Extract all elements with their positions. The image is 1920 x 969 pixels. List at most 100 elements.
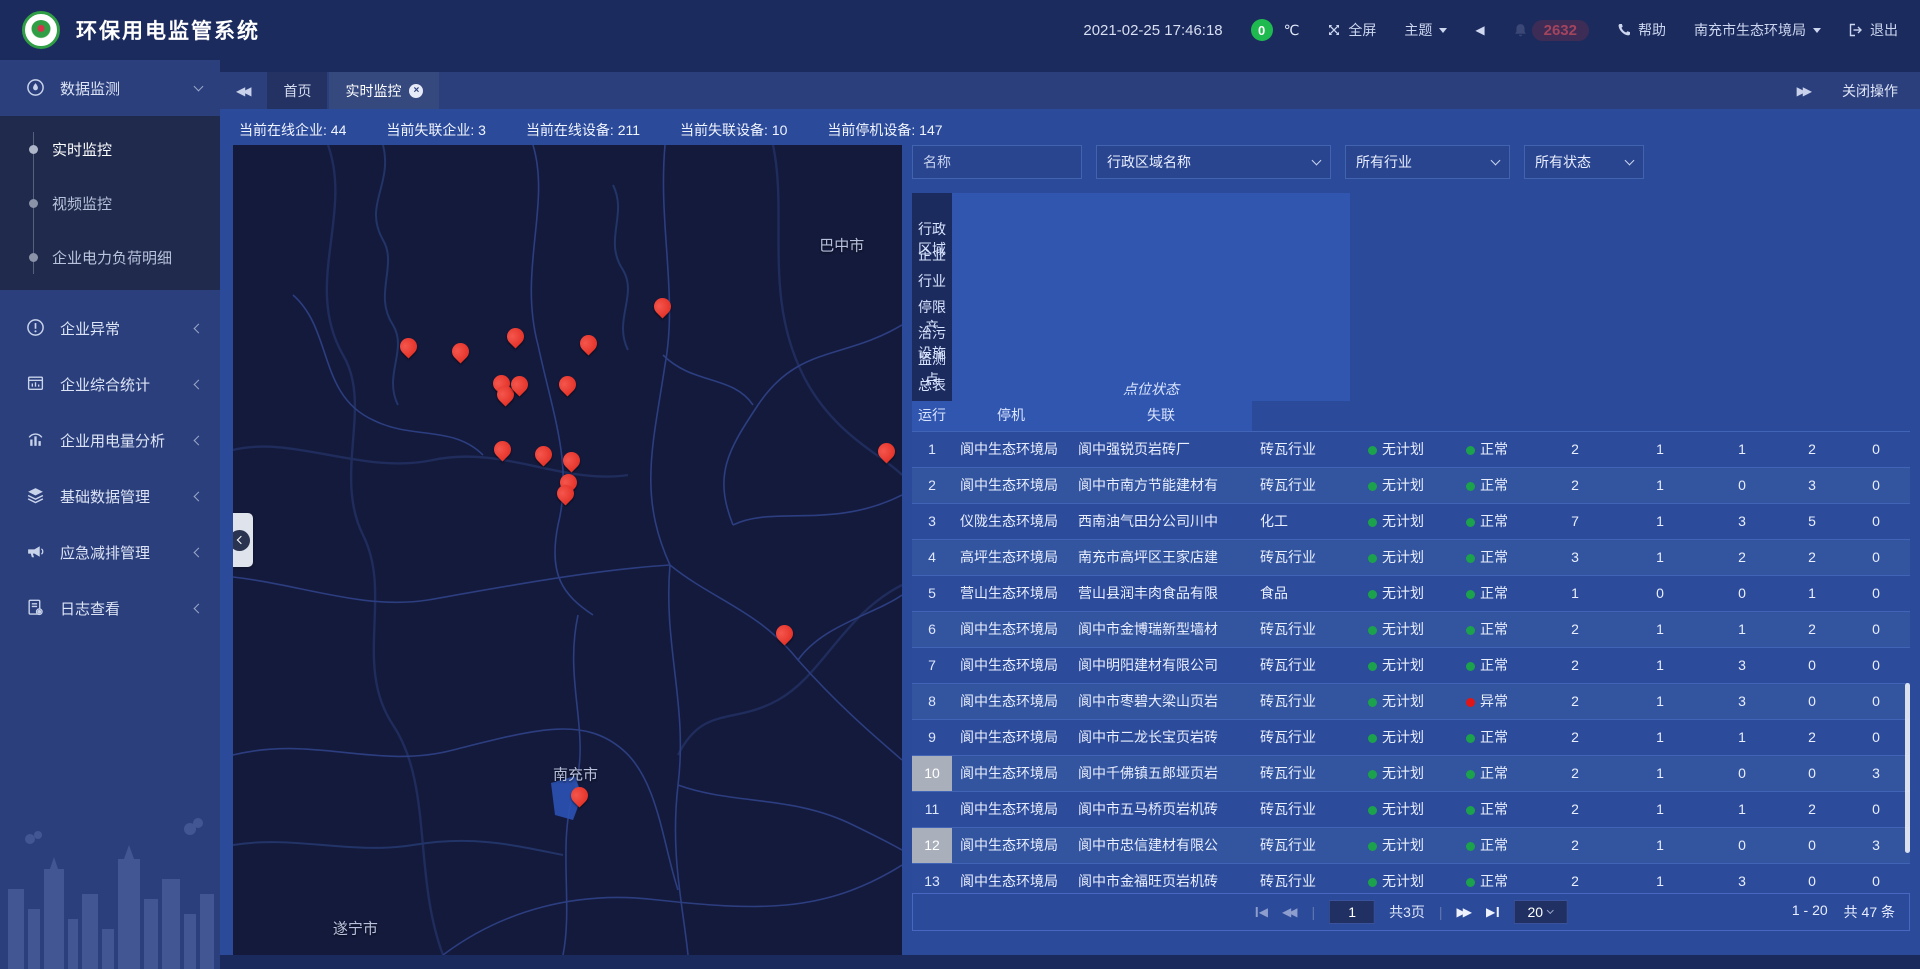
log-icon bbox=[26, 598, 46, 618]
status-dot-icon bbox=[1466, 518, 1475, 527]
sidebar-item-label: 应急减排管理 bbox=[60, 542, 195, 563]
megaphone-icon bbox=[26, 542, 46, 562]
submenu-dot-icon bbox=[29, 199, 38, 208]
col-industry: 行业 bbox=[912, 271, 952, 297]
table-row[interactable]: 7阆中生态环境局阆中明阳建材有限公司砖瓦行业无计划正常21300 bbox=[912, 647, 1910, 683]
org-dropdown[interactable]: 南充市生态环境局 bbox=[1694, 20, 1821, 40]
map-panel[interactable]: 巴中市南充市遂宁市 bbox=[233, 145, 902, 955]
table-row[interactable]: 13阆中生态环境局阆中市金福旺页岩机砖砖瓦行业无计划正常21300 bbox=[912, 863, 1910, 893]
tabs-scroll-left-icon[interactable]: ◀◀ bbox=[220, 72, 267, 109]
region-filter-select[interactable]: 行政区域名称 bbox=[1096, 145, 1331, 179]
chevron-left-icon bbox=[194, 603, 204, 613]
table-row[interactable]: 12阆中生态环境局阆中市忠信建材有限公砖瓦行业无计划正常21003 bbox=[912, 827, 1910, 863]
chart-icon bbox=[26, 430, 46, 450]
sidebar-item-6[interactable]: 日志查看 bbox=[0, 580, 220, 636]
table-row[interactable]: 1阆中生态环境局阆中强锐页岩砖厂砖瓦行业无计划正常21120 bbox=[912, 431, 1910, 467]
table-row[interactable]: 3仪陇生态环境局西南油气田分公司川中化工无计划正常71350 bbox=[912, 503, 1910, 539]
status-filter-select[interactable]: 所有状态 bbox=[1524, 145, 1644, 179]
tabs-scroll-right-icon[interactable]: ▶▶ bbox=[1797, 84, 1812, 98]
sidebar-submenu: 实时监控视频监控企业电力负荷明细 bbox=[0, 116, 220, 290]
speaker-icon[interactable]: ◀ bbox=[1475, 23, 1484, 37]
logout-button[interactable]: 退出 bbox=[1849, 20, 1898, 40]
status-dot-icon bbox=[1368, 662, 1377, 671]
alert-icon bbox=[26, 318, 46, 338]
sidebar-subitem-0-0[interactable]: 实时监控 bbox=[0, 122, 220, 176]
sidebar-item-label: 日志查看 bbox=[60, 598, 195, 619]
sidebar-subitem-0-1[interactable]: 视频监控 bbox=[0, 176, 220, 230]
tab-1[interactable]: 实时监控× bbox=[329, 72, 439, 109]
status-dot-icon bbox=[1466, 554, 1475, 563]
fullscreen-icon bbox=[1327, 23, 1341, 37]
stat-1: 当前失联企业: 3 bbox=[386, 120, 486, 140]
prev-page-button[interactable]: ◀◀ bbox=[1282, 905, 1297, 919]
chevron-down-icon bbox=[194, 82, 204, 92]
table-row[interactable]: 8阆中生态环境局阆中市枣碧大梁山页岩砖瓦行业无计划异常21300 bbox=[912, 683, 1910, 719]
bottom-strip bbox=[220, 955, 1920, 969]
status-dot-icon bbox=[1466, 662, 1475, 671]
last-page-button[interactable]: ▶ bbox=[1486, 905, 1499, 919]
status-dot-icon bbox=[1466, 806, 1475, 815]
page-number-input[interactable] bbox=[1329, 900, 1375, 924]
status-dot-icon bbox=[1466, 482, 1475, 491]
app-logo bbox=[22, 11, 60, 49]
status-dot-icon bbox=[1466, 590, 1475, 599]
sidebar-item-label: 企业异常 bbox=[60, 318, 195, 339]
range-label: 1 - 20 bbox=[1792, 902, 1828, 922]
city-skyline-decoration bbox=[0, 799, 220, 969]
next-page-button[interactable]: ▶▶ bbox=[1457, 905, 1472, 919]
col-group-point-status: 点位状态 bbox=[952, 193, 1350, 401]
chevron-down-icon bbox=[1625, 156, 1635, 166]
table-row[interactable]: 4高坪生态环境局南充市高坪区王家店建砖瓦行业无计划正常31220 bbox=[912, 539, 1910, 575]
total-pages-label: 共3页 bbox=[1389, 902, 1425, 922]
sidebar-item-label: 企业用电量分析 bbox=[60, 430, 195, 451]
stat-2: 当前在线设备: 211 bbox=[526, 120, 640, 140]
tab-close-icon[interactable]: × bbox=[409, 84, 423, 98]
monitor-panel: 行政区域名称 所有行业 所有状态 bbox=[912, 145, 1910, 955]
table-scrollbar[interactable] bbox=[1905, 683, 1910, 853]
data-monitor-icon bbox=[26, 78, 46, 98]
theme-dropdown[interactable]: 主题 bbox=[1404, 20, 1447, 40]
stats-bar: 当前在线企业: 44当前失联企业: 3当前在线设备: 211当前失联设备: 10… bbox=[233, 115, 1910, 145]
chevron-left-icon bbox=[194, 323, 204, 333]
page-size-select[interactable]: 20 bbox=[1513, 900, 1567, 924]
table-row[interactable]: 2阆中生态环境局阆中市南方节能建材有砖瓦行业无计划正常21030 bbox=[912, 467, 1910, 503]
tab-0[interactable]: 首页 bbox=[267, 72, 327, 109]
status-dot-icon bbox=[1368, 770, 1377, 779]
first-page-button[interactable]: ◀ bbox=[1255, 905, 1268, 919]
sidebar-item-3[interactable]: 企业用电量分析 bbox=[0, 412, 220, 468]
phone-icon bbox=[1617, 23, 1631, 37]
sidebar-item-4[interactable]: 基础数据管理 bbox=[0, 468, 220, 524]
table-row[interactable]: 11阆中生态环境局阆中市五马桥页岩机砖砖瓦行业无计划正常21120 bbox=[912, 791, 1910, 827]
sidebar-item-2[interactable]: 企业综合统计 bbox=[0, 356, 220, 412]
status-dot-icon bbox=[1368, 806, 1377, 815]
temperature-badge: 0 bbox=[1251, 19, 1273, 41]
stat-0: 当前在线企业: 44 bbox=[239, 120, 346, 140]
col-limit: 停限产 bbox=[912, 297, 952, 323]
sidebar-item-0[interactable]: 数据监测 bbox=[0, 60, 220, 116]
industry-filter-select[interactable]: 所有行业 bbox=[1345, 145, 1510, 179]
name-filter-input[interactable] bbox=[912, 145, 1082, 179]
help-button[interactable]: 帮助 bbox=[1617, 20, 1666, 40]
table-row[interactable]: 5营山生态环境局营山县润丰肉食品有限食品无计划正常10010 bbox=[912, 575, 1910, 611]
sidebar-subitem-label: 企业电力负荷明细 bbox=[52, 247, 172, 268]
table-row[interactable]: 9阆中生态环境局阆中市二龙长宝页岩砖砖瓦行业无计划正常21120 bbox=[912, 719, 1910, 755]
bell-icon bbox=[1513, 23, 1528, 38]
sidebar-subitem-label: 视频监控 bbox=[52, 193, 112, 214]
pagination-bar: ◀ ◀◀ | 共3页 | ▶▶ ▶ 20 bbox=[912, 893, 1910, 931]
col-offline: 失联 bbox=[1070, 401, 1252, 431]
status-dot-icon bbox=[1466, 734, 1475, 743]
logout-icon bbox=[1849, 23, 1863, 37]
close-operations-button[interactable]: 关闭操作 bbox=[1842, 81, 1898, 101]
sidebar-subitem-0-2[interactable]: 企业电力负荷明细 bbox=[0, 230, 220, 284]
stats-icon bbox=[26, 374, 46, 394]
sidebar-item-5[interactable]: 应急减排管理 bbox=[0, 524, 220, 580]
layers-icon bbox=[26, 486, 46, 506]
status-dot-icon bbox=[1466, 878, 1475, 887]
table-row[interactable]: 10阆中生态环境局阆中千佛镇五郎垭页岩砖瓦行业无计划正常21003 bbox=[912, 755, 1910, 791]
notification-area[interactable]: 2632 bbox=[1513, 20, 1589, 41]
status-dot-icon bbox=[1368, 734, 1377, 743]
map-collapse-button[interactable] bbox=[233, 513, 253, 567]
table-row[interactable]: 6阆中生态环境局阆中市金博瑞新型墙材砖瓦行业无计划正常21120 bbox=[912, 611, 1910, 647]
fullscreen-button[interactable]: 全屏 bbox=[1327, 20, 1376, 40]
sidebar-item-1[interactable]: 企业异常 bbox=[0, 300, 220, 356]
